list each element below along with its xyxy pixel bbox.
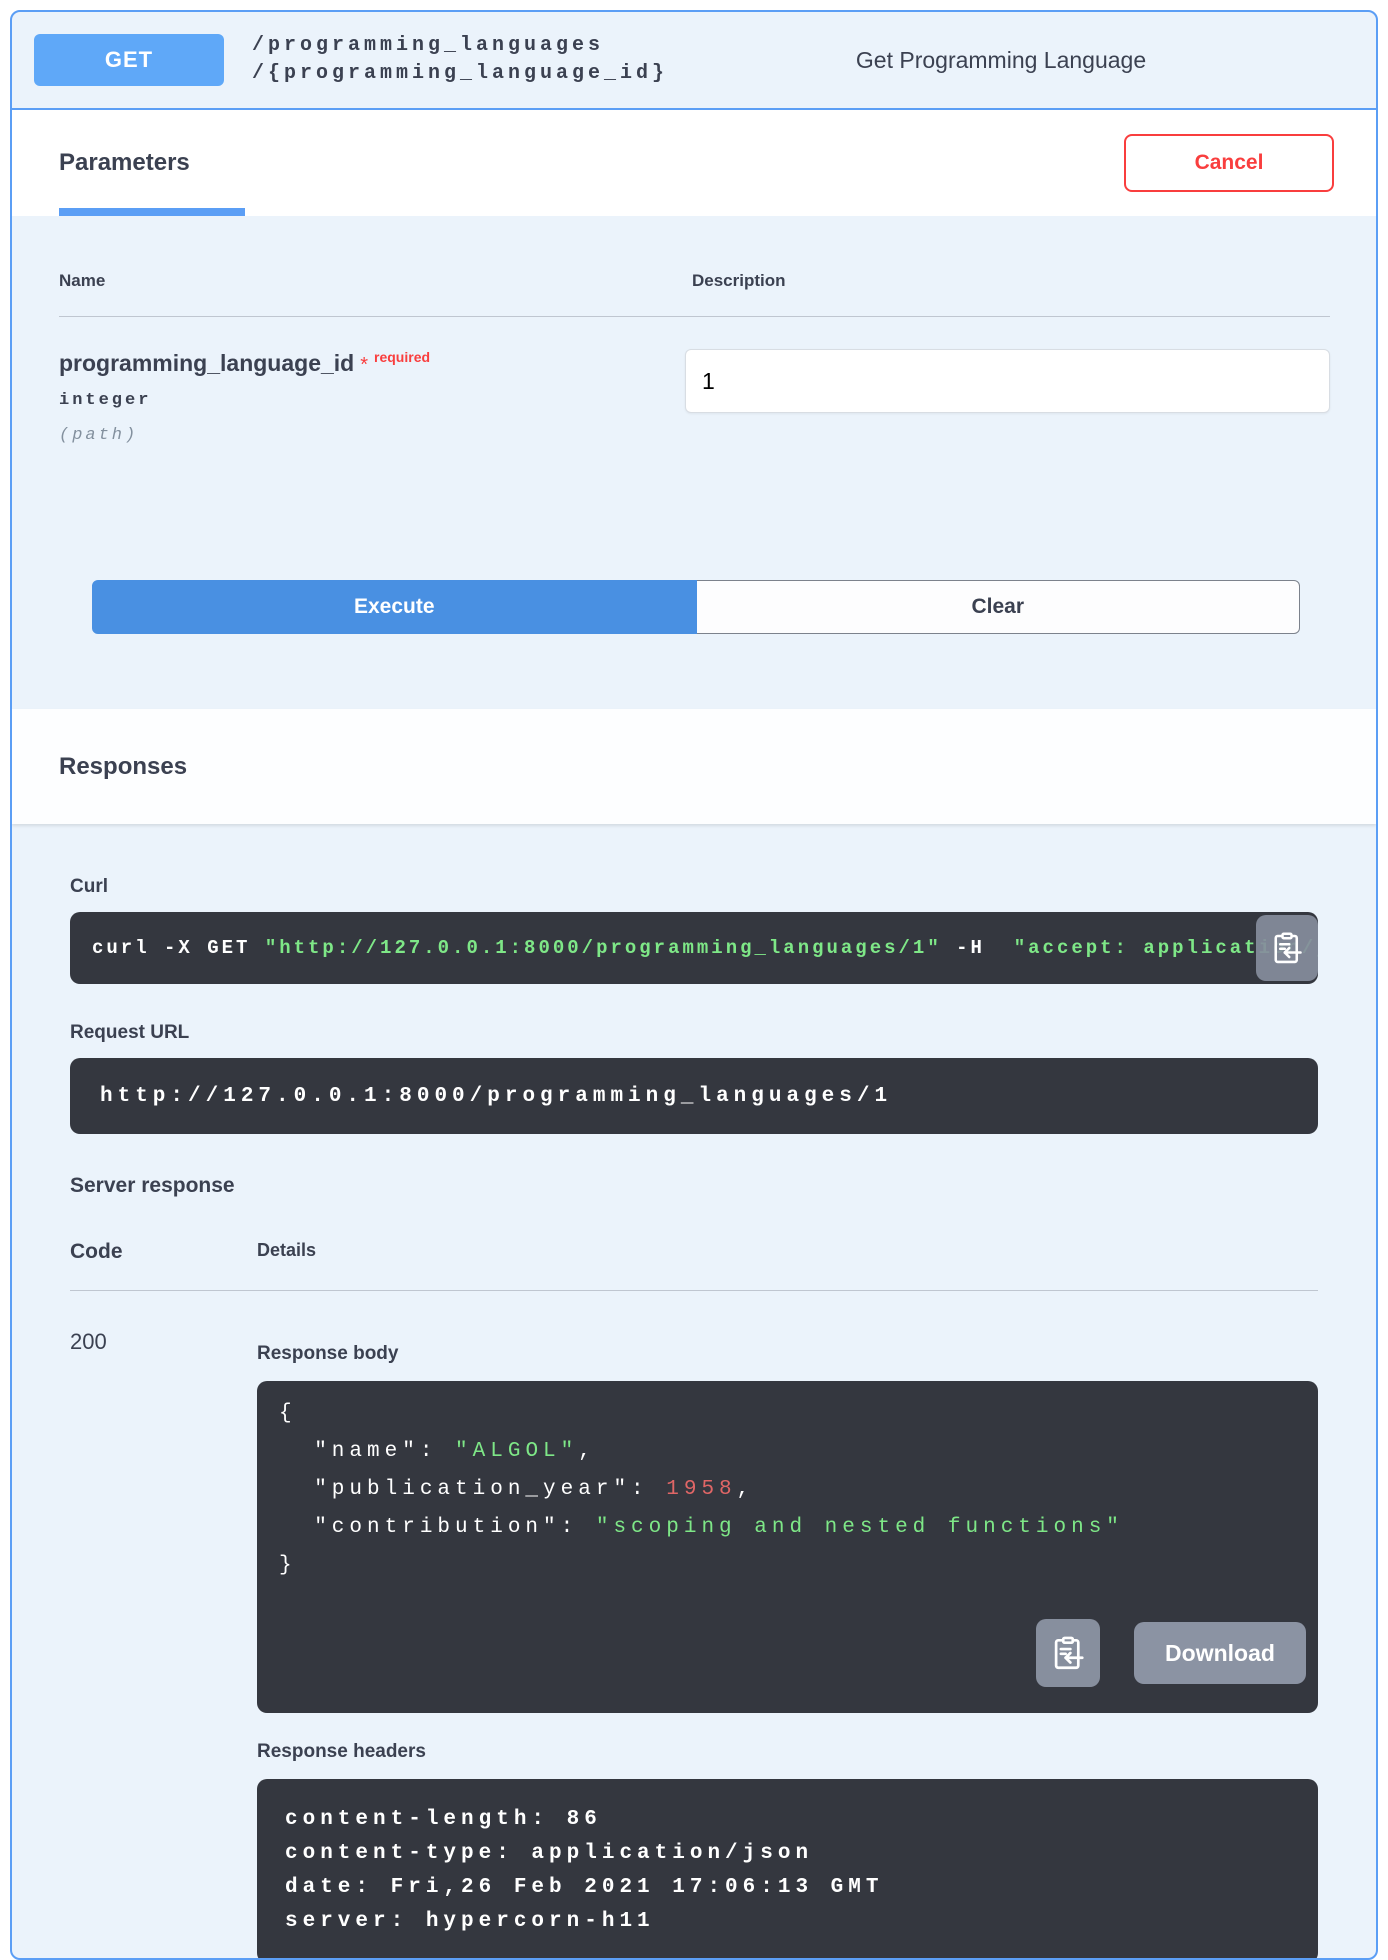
responses-title: Responses — [59, 753, 187, 781]
endpoint-summary-text: Get Programming Language — [668, 47, 1354, 74]
responses-body: Curl curl -X GET "http://127.0.0.1:8000/… — [12, 824, 1376, 1960]
json-line: "publication_year": 1958, — [279, 1471, 1296, 1509]
request-url-label: Request URL — [70, 1022, 1318, 1044]
download-button[interactable]: Download — [1134, 1622, 1306, 1684]
operation-block-get: GET /programming_languages /{programming… — [10, 10, 1378, 1960]
response-body-actions: Download — [1036, 1619, 1306, 1687]
endpoint-path: /programming_languages /{programming_lan… — [252, 32, 668, 88]
operation-summary[interactable]: GET /programming_languages /{programming… — [12, 12, 1376, 110]
parameters-table-header: Name Description — [59, 271, 1330, 317]
execute-button[interactable]: Execute — [92, 580, 697, 634]
parameter-name-line: programming_language_id * required — [59, 349, 685, 377]
tab-parameters[interactable]: Parameters — [59, 110, 245, 216]
parameter-name: programming_language_id — [59, 350, 354, 376]
parameter-description-cell — [685, 349, 1330, 445]
copy-to-clipboard-icon — [1269, 929, 1305, 967]
response-details-cell: Response body { "name": "ALGOL", "public… — [257, 1329, 1318, 1960]
copy-response-body-button[interactable] — [1036, 1619, 1100, 1687]
curl-flag-text: -H — [942, 937, 1014, 959]
curl-label: Curl — [70, 876, 1318, 898]
server-response-table-header: Code Details — [70, 1240, 1318, 1291]
response-headers-label: Response headers — [257, 1741, 1318, 1763]
server-response-row: 200 Response body { "name": "ALGOL", "pu… — [70, 1329, 1318, 1960]
response-header-line: date: Fri,26 Feb 2021 17:06:13 GMT — [285, 1871, 1290, 1905]
curl-text: curl -X GET — [92, 937, 265, 959]
parameters-table: Name Description programming_language_id… — [12, 216, 1376, 709]
details-column-header: Details — [257, 1240, 316, 1264]
required-asterisk: * — [360, 354, 368, 376]
curl-command-block: curl -X GET "http://127.0.0.1:8000/progr… — [70, 912, 1318, 984]
description-column-header: Description — [692, 271, 786, 291]
endpoint-path-line1: /programming_languages — [252, 32, 668, 60]
parameter-location: (path) — [59, 426, 685, 445]
endpoint-path-line2: /{programming_language_id} — [252, 60, 668, 88]
json-line: "contribution": "scoping and nested func… — [279, 1509, 1296, 1547]
execute-wrapper: Execute Clear — [92, 580, 1300, 634]
copy-curl-button[interactable] — [1256, 915, 1318, 981]
curl-url-text: "http://127.0.0.1:8000/programming_langu… — [265, 937, 942, 959]
response-body-block: { "name": "ALGOL", "publication_year": 1… — [257, 1381, 1318, 1713]
cancel-button[interactable]: Cancel — [1124, 134, 1334, 192]
request-url-value: http://127.0.0.1:8000/programming_langua… — [100, 1085, 892, 1108]
code-column-header: Code — [70, 1240, 257, 1264]
response-header-line: server: hypercorn-h11 — [285, 1905, 1290, 1939]
parameters-header-band: Parameters Cancel — [12, 110, 1376, 216]
parameter-row: programming_language_id * required integer… — [59, 317, 1330, 445]
responses-header-band: Responses — [12, 709, 1376, 824]
parameter-name-cell: programming_language_id * required integer… — [59, 349, 685, 445]
json-line: { — [279, 1395, 1296, 1433]
parameter-type: integer — [59, 391, 685, 410]
response-header-line: content-length: 86 — [285, 1803, 1290, 1837]
required-label: required — [374, 349, 430, 365]
json-line: "name": "ALGOL", — [279, 1433, 1296, 1471]
name-column-header: Name — [59, 271, 692, 291]
response-header-line: content-type: application/json — [285, 1837, 1290, 1871]
parameters-title: Parameters — [59, 149, 190, 177]
json-line: } — [279, 1547, 1296, 1585]
response-body-label: Response body — [257, 1343, 1318, 1365]
http-method-badge: GET — [34, 34, 224, 86]
response-headers-block: content-length: 86content-type: applicat… — [257, 1779, 1318, 1960]
status-code: 200 — [70, 1329, 257, 1960]
server-response-title: Server response — [70, 1174, 1318, 1198]
request-url-block: http://127.0.0.1:8000/programming_langua… — [70, 1058, 1318, 1134]
copy-to-clipboard-icon — [1049, 1633, 1087, 1673]
clear-button[interactable]: Clear — [697, 580, 1301, 634]
parameter-value-input[interactable] — [685, 349, 1330, 413]
